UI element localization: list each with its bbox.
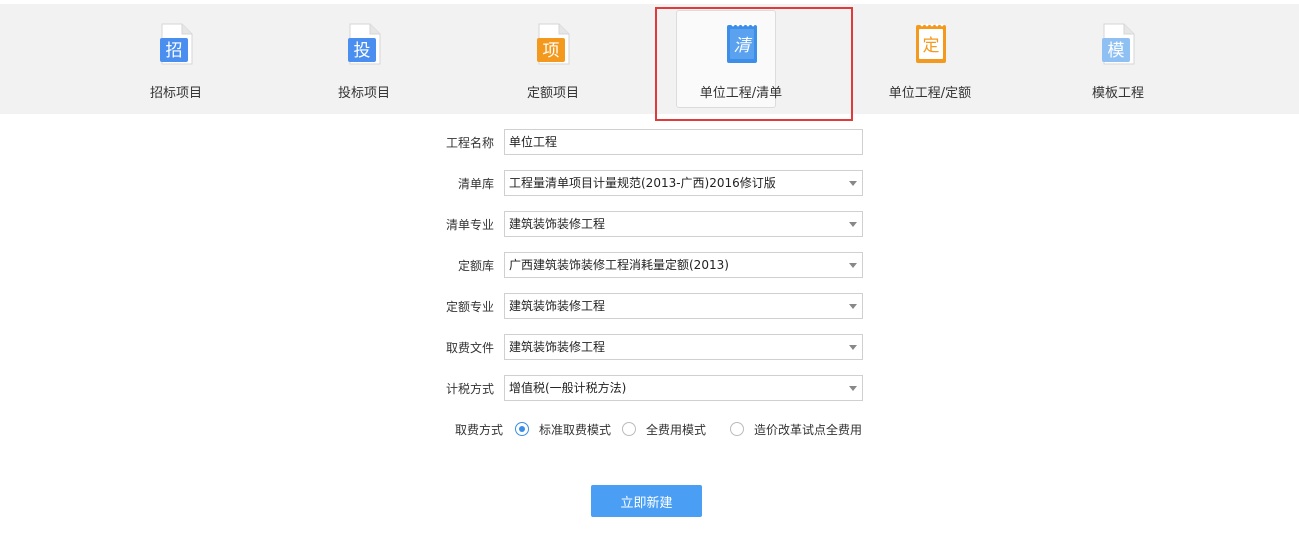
tab-bid-project[interactable]: 投 投标项目 xyxy=(314,4,414,114)
tab-quota-project[interactable]: 项 定额项目 xyxy=(503,4,603,114)
bill-specialty-label: 清单专业 xyxy=(445,218,494,232)
tab-label: 模板工程 xyxy=(1091,86,1144,101)
quota-doc-icon: 项 xyxy=(537,23,570,65)
svg-text:定: 定 xyxy=(923,36,940,56)
bill-library-select[interactable]: 工程量清单项目计量规范(2013-广西)2016修订版 xyxy=(504,170,863,196)
bill-specialty-select[interactable]: 建筑装饰装修工程 xyxy=(504,211,863,237)
quota-specialty-select[interactable]: 建筑装饰装修工程 xyxy=(504,293,863,319)
bill-library-label: 清单库 xyxy=(457,177,494,191)
svg-text:投: 投 xyxy=(354,41,371,61)
fee-file-value: 建筑装饰装修工程 xyxy=(509,340,606,354)
tab-label: 投标项目 xyxy=(337,86,390,101)
quota-specialty-label: 定额专业 xyxy=(445,300,494,314)
tab-label: 定额项目 xyxy=(526,86,579,101)
create-now-button[interactable]: 立即新建 xyxy=(591,485,702,517)
chevron-down-icon xyxy=(849,386,857,391)
fee-file-row: 取费文件 建筑装饰装修工程 xyxy=(0,334,1299,360)
project-name-label: 工程名称 xyxy=(445,136,494,150)
project-type-bar: 招 招标项目 投 投标项目 项 定额项目 清 单位工程/清单 定 单位工程/定额… xyxy=(0,4,1299,114)
tax-method-select[interactable]: 增值税(一般计税方法) xyxy=(504,375,863,401)
project-name-row: 工程名称 单位工程 xyxy=(0,129,1299,155)
svg-text:招: 招 xyxy=(166,41,183,61)
tax-method-row: 计税方式 增值税(一般计税方法) xyxy=(0,375,1299,401)
tax-method-value: 增值税(一般计税方法) xyxy=(509,381,627,395)
fee-mode-standard-radio[interactable]: 标准取费模式 xyxy=(515,420,611,438)
radio-unchecked-icon xyxy=(730,422,744,436)
tab-label: 单位工程/清单 xyxy=(699,86,783,101)
tab-unit-quota[interactable]: 定 单位工程/定额 xyxy=(880,4,980,114)
fee-mode-reform-pilot-radio[interactable]: 造价改革试点全费用 xyxy=(730,420,862,438)
project-name-input[interactable]: 单位工程 xyxy=(504,129,863,155)
fee-mode-label: 取费方式 xyxy=(455,423,504,437)
chevron-down-icon xyxy=(849,345,857,350)
tab-label: 单位工程/定额 xyxy=(888,86,972,101)
radio-unchecked-icon xyxy=(622,422,636,436)
chevron-down-icon xyxy=(849,222,857,227)
bill-specialty-row: 清单专业 建筑装饰装修工程 xyxy=(0,211,1299,237)
bid-doc-icon: 投 xyxy=(348,23,381,65)
tab-unit-bill[interactable]: 清 单位工程/清单 xyxy=(676,4,791,114)
chevron-down-icon xyxy=(849,263,857,268)
quota-notebook-icon: 定 xyxy=(916,23,946,63)
svg-text:项: 项 xyxy=(543,41,560,61)
quota-library-label: 定额库 xyxy=(457,259,494,273)
tab-template-project[interactable]: 模 模板工程 xyxy=(1068,4,1168,114)
fee-mode-option-label: 造价改革试点全费用 xyxy=(754,422,863,437)
svg-text:清: 清 xyxy=(734,36,753,56)
fee-file-label: 取费文件 xyxy=(445,341,494,355)
svg-text:模: 模 xyxy=(1108,41,1125,61)
quota-library-row: 定额库 广西建筑装饰装修工程消耗量定额(2013) xyxy=(0,252,1299,278)
fee-mode-option-label: 全费用模式 xyxy=(646,422,707,437)
fee-file-select[interactable]: 建筑装饰装修工程 xyxy=(504,334,863,360)
notebook-icon: 清 xyxy=(727,23,757,63)
bill-library-value: 工程量清单项目计量规范(2013-广西)2016修订版 xyxy=(509,176,776,190)
chevron-down-icon xyxy=(849,304,857,309)
tab-tender-project[interactable]: 招 招标项目 xyxy=(126,4,226,114)
bill-library-row: 清单库 工程量清单项目计量规范(2013-广西)2016修订版 xyxy=(0,170,1299,196)
tender-doc-icon: 招 xyxy=(160,23,193,65)
bill-specialty-value: 建筑装饰装修工程 xyxy=(509,217,606,231)
tax-method-label: 计税方式 xyxy=(445,382,494,396)
quota-specialty-value: 建筑装饰装修工程 xyxy=(509,299,606,313)
quota-specialty-row: 定额专业 建筑装饰装修工程 xyxy=(0,293,1299,319)
fee-mode-option-label: 标准取费模式 xyxy=(539,422,612,437)
radio-checked-icon xyxy=(515,422,529,436)
quota-library-value: 广西建筑装饰装修工程消耗量定额(2013) xyxy=(509,258,729,272)
fee-mode-full-cost-radio[interactable]: 全费用模式 xyxy=(622,420,706,438)
quota-library-select[interactable]: 广西建筑装饰装修工程消耗量定额(2013) xyxy=(504,252,863,278)
tab-label: 招标项目 xyxy=(149,86,202,101)
template-doc-icon: 模 xyxy=(1102,23,1135,65)
chevron-down-icon xyxy=(849,181,857,186)
